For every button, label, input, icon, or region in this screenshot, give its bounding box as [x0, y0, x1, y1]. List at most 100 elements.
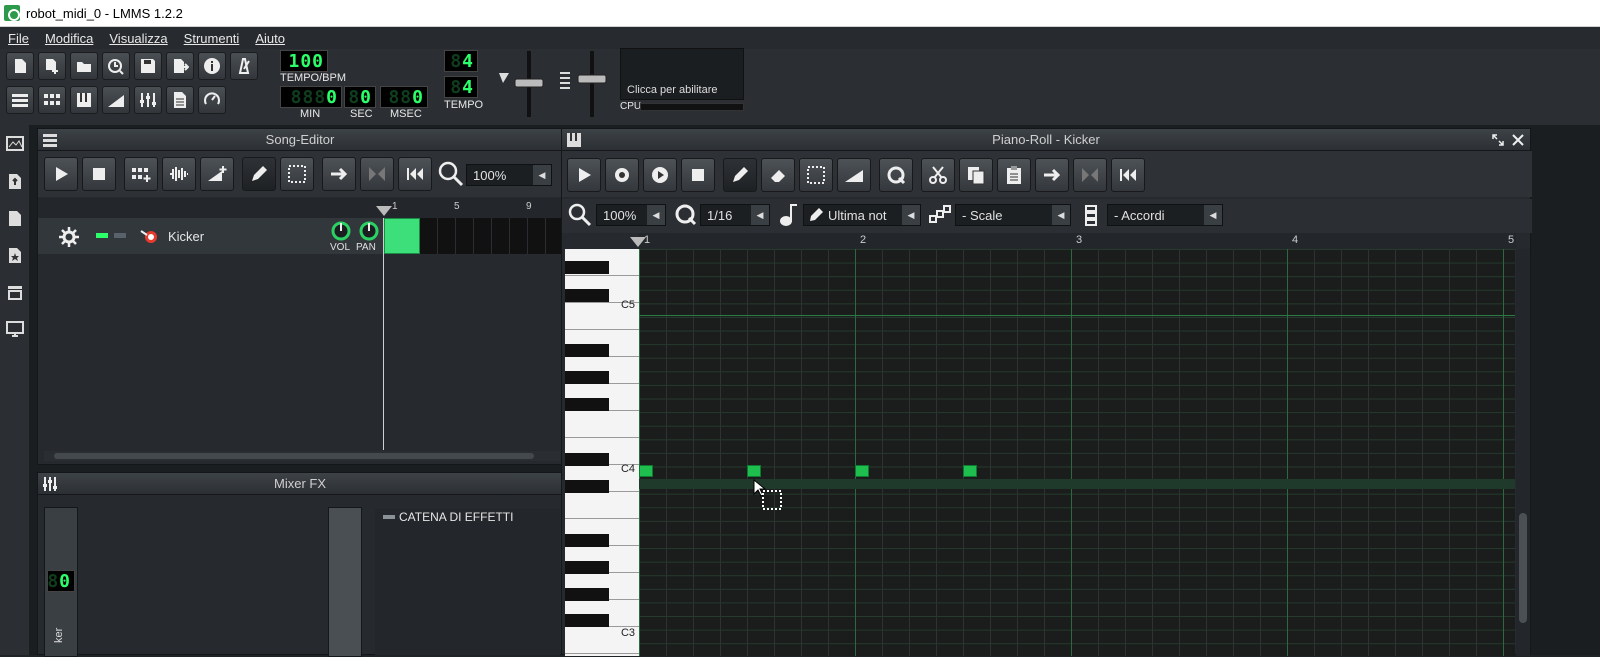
piano-roll-timeline[interactable]: 1 2 3 4 5 — [630, 233, 1516, 249]
loop-points-button[interactable] — [360, 157, 394, 191]
pr-record-button[interactable] — [605, 158, 639, 192]
pr-zoom-combo[interactable]: 100% ◀ — [596, 204, 666, 226]
export-project-button[interactable] — [166, 52, 194, 80]
song-stop-button[interactable] — [82, 157, 116, 191]
metronome-button[interactable] — [230, 52, 258, 80]
computer-icon[interactable] — [6, 320, 24, 338]
pr-quantize-button[interactable] — [879, 158, 913, 192]
timesig-numerator-lcd[interactable]: 84 — [444, 50, 478, 72]
playhead-marker-icon[interactable] — [376, 206, 392, 216]
pan-knob[interactable] — [356, 220, 382, 242]
new-project-button[interactable] — [6, 52, 34, 80]
pr-chord-combo[interactable]: - Accordi ◀ — [1107, 204, 1223, 226]
effects-chain-led[interactable] — [383, 515, 395, 519]
my-samples-icon[interactable] — [6, 209, 24, 227]
black-key[interactable] — [565, 614, 609, 627]
pr-auto-scroll-button[interactable] — [1035, 158, 1069, 192]
add-beat-track-button[interactable] — [124, 157, 158, 191]
instrument-plugins-icon[interactable] — [6, 135, 24, 153]
gear-icon[interactable] — [58, 226, 80, 248]
close-icon[interactable] — [1512, 134, 1524, 146]
auto-scroll-button[interactable] — [322, 157, 356, 191]
pr-note-length-combo[interactable]: Ultima not ◀ — [803, 204, 921, 226]
black-key[interactable] — [565, 453, 609, 466]
pr-scrollbar-thumb[interactable] — [1519, 513, 1527, 623]
black-key[interactable] — [565, 588, 609, 601]
song-timeline[interactable]: 1 5 9 — [38, 198, 564, 218]
pr-loop-points-button[interactable] — [1073, 158, 1107, 192]
timesig-denominator-lcd[interactable]: 84 — [444, 76, 478, 98]
pr-stop-behaviour-button[interactable] — [1111, 158, 1145, 192]
beat-bassline-toggle-button[interactable] — [38, 86, 66, 114]
tempo-lcd[interactable]: 100 — [280, 50, 328, 72]
recent-projects-button[interactable] — [102, 52, 130, 80]
black-key[interactable] — [565, 398, 609, 411]
song-scrollbar-thumb[interactable] — [54, 453, 534, 459]
menu-visualizza[interactable]: Visualizza — [101, 31, 175, 46]
draw-mode-button[interactable] — [242, 157, 276, 191]
mixer-master-channel[interactable]: 80 ker — [44, 507, 78, 657]
pr-play-button[interactable] — [567, 158, 601, 192]
pr-stop-button[interactable] — [681, 158, 715, 192]
edit-mode-button[interactable] — [280, 157, 314, 191]
oscilloscope-display[interactable]: Clicca per abilitare — [620, 48, 744, 100]
master-pitch-slider[interactable] — [558, 51, 608, 117]
song-zoom-combo[interactable]: 100% ◀ — [466, 164, 552, 186]
mixer-channel-strip[interactable] — [328, 507, 362, 657]
solo-led[interactable] — [114, 233, 126, 238]
black-key[interactable] — [565, 480, 609, 493]
note[interactable] — [855, 465, 869, 477]
pr-erase-mode-button[interactable] — [761, 158, 795, 192]
project-notes-button[interactable] — [198, 52, 226, 80]
pr-select-mode-button[interactable] — [799, 158, 833, 192]
piano-keyboard[interactable]: C5 C4 C3 — [565, 249, 639, 656]
song-editor-toggle-button[interactable] — [6, 86, 34, 114]
pr-paste-button[interactable] — [997, 158, 1031, 192]
maximize-icon[interactable] — [1492, 134, 1504, 146]
pr-draw-mode-button[interactable] — [723, 158, 757, 192]
menu-strumenti[interactable]: Strumenti — [176, 31, 248, 46]
automation-editor-toggle-button[interactable] — [102, 86, 130, 114]
pr-vertical-scrollbar[interactable] — [1516, 249, 1530, 656]
piano-roll-toggle-button[interactable] — [70, 86, 98, 114]
master-volume-slider[interactable] — [497, 51, 545, 117]
add-automation-track-button[interactable] — [200, 157, 234, 191]
note-grid[interactable] — [639, 249, 1515, 656]
project-notes-toggle-button[interactable] — [166, 86, 194, 114]
menu-aiuto[interactable]: Aiuto — [247, 31, 293, 46]
mixer-toggle-button[interactable] — [134, 86, 162, 114]
note[interactable] — [963, 465, 977, 477]
song-horizontal-scrollbar[interactable] — [44, 451, 560, 461]
my-presets-icon[interactable] — [6, 246, 24, 264]
pattern-clip[interactable] — [384, 218, 420, 254]
note[interactable] — [639, 465, 653, 477]
mute-led[interactable] — [96, 233, 108, 238]
menu-modifica[interactable]: Modifica — [37, 31, 101, 46]
pr-quantize-combo[interactable]: 1/16 ◀ — [700, 204, 770, 226]
song-play-button[interactable] — [44, 157, 78, 191]
black-key[interactable] — [565, 534, 609, 547]
black-key[interactable] — [565, 261, 609, 274]
pr-copy-button[interactable] — [959, 158, 993, 192]
my-projects-icon[interactable] — [6, 172, 24, 190]
stop-behaviour-button[interactable] — [398, 157, 432, 191]
new-from-template-button[interactable] — [38, 52, 66, 80]
track-name[interactable]: Kicker — [168, 229, 204, 244]
pr-scale-combo[interactable]: - Scale ◀ — [955, 204, 1071, 226]
pr-cut-button[interactable] — [921, 158, 955, 192]
controller-rack-toggle-button[interactable] — [198, 86, 226, 114]
save-project-button[interactable] — [134, 52, 162, 80]
menu-file[interactable]: File — [0, 31, 37, 46]
volume-knob[interactable] — [328, 220, 354, 242]
black-key[interactable] — [565, 289, 609, 302]
pr-record-while-playing-button[interactable] — [643, 158, 677, 192]
my-home-icon[interactable] — [6, 283, 24, 301]
black-key[interactable] — [565, 344, 609, 357]
note[interactable] — [747, 465, 761, 477]
add-sample-track-button[interactable] — [162, 157, 196, 191]
pr-detune-mode-button[interactable] — [837, 158, 871, 192]
black-key[interactable] — [565, 371, 609, 384]
black-key[interactable] — [565, 561, 609, 574]
open-project-button[interactable] — [70, 52, 98, 80]
pr-playhead-marker-icon[interactable] — [630, 237, 646, 247]
